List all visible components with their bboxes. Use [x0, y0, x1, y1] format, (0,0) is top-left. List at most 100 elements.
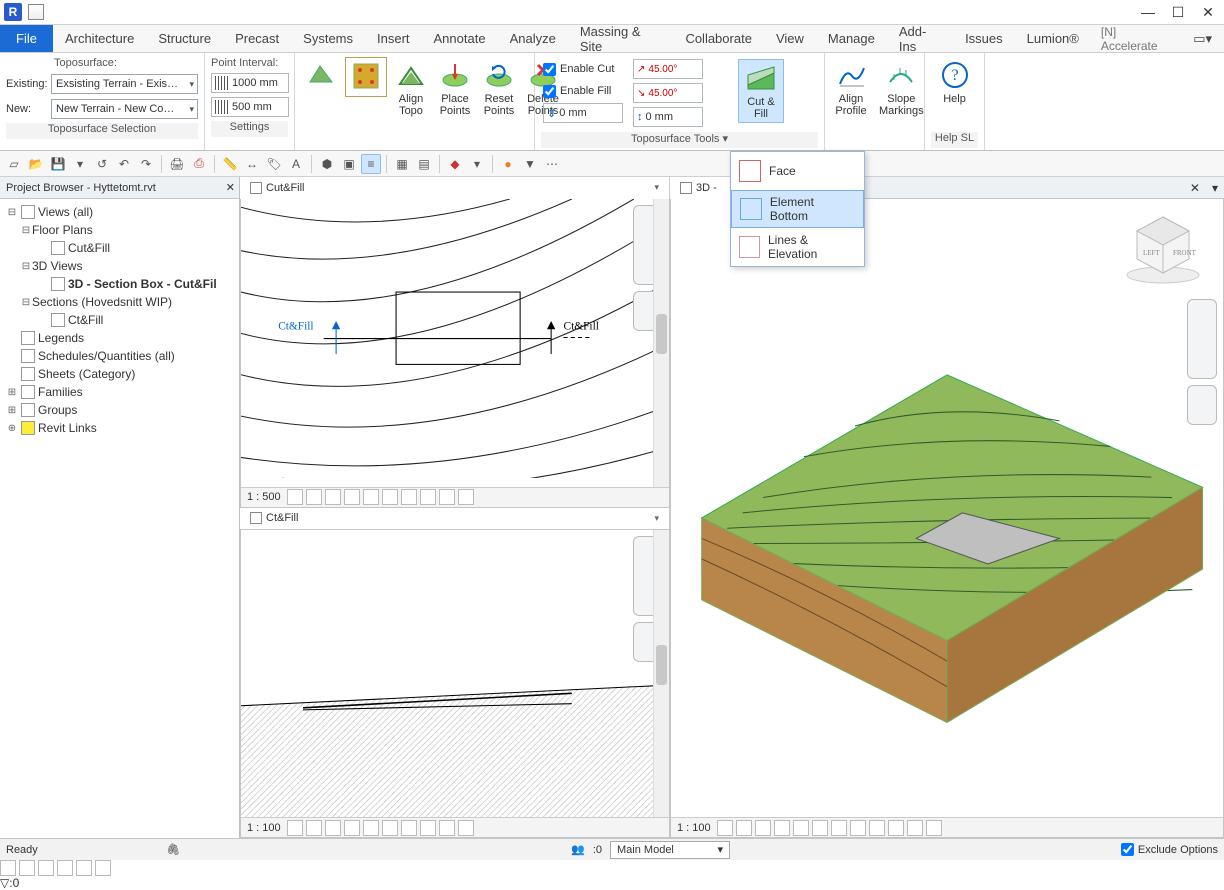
offset-2-field[interactable]: ↕0 mm: [633, 107, 703, 127]
cut-fill-button[interactable]: Cut & Fill: [738, 59, 784, 123]
tab-plan[interactable]: Cut&Fill▾: [240, 177, 670, 199]
pdf-icon[interactable]: ⎙: [189, 154, 209, 174]
switch-windows-icon[interactable]: ▤: [414, 154, 434, 174]
3d-view-icon[interactable]: ⬢: [317, 154, 337, 174]
dropdown-face[interactable]: Face: [731, 152, 864, 190]
tag-icon[interactable]: 🏷: [264, 154, 284, 174]
tab-3d-drop[interactable]: ▾: [1206, 181, 1224, 195]
menu-architecture[interactable]: Architecture: [53, 25, 146, 52]
node-legends[interactable]: Legends: [2, 329, 237, 347]
menu-analyze[interactable]: Analyze: [498, 25, 568, 52]
align-topo-button[interactable]: Align Topo: [391, 57, 431, 119]
node-sheets[interactable]: Sheets (Category): [2, 365, 237, 383]
plan-canvas[interactable]: Ct&Fill Ct&Fill: [241, 199, 669, 478]
dimension-icon[interactable]: ↔: [242, 154, 262, 174]
view-cube[interactable]: FRONT LEFT: [1123, 207, 1203, 287]
undo-icon[interactable]: ↶: [114, 154, 134, 174]
section-icon[interactable]: ▣: [339, 154, 359, 174]
menu-manage[interactable]: Manage: [816, 25, 887, 52]
menu-precast[interactable]: Precast: [223, 25, 291, 52]
thin-lines-icon[interactable]: ≡: [361, 154, 381, 174]
menu-structure[interactable]: Structure: [146, 25, 223, 52]
measure-icon[interactable]: 📏: [220, 154, 240, 174]
plan-view[interactable]: Ct&Fill Ct&Fill 1 : 500: [240, 199, 670, 508]
selection-filter-icons[interactable]: [0, 860, 1224, 876]
fill-angle-field[interactable]: ↘45.00°: [633, 83, 703, 103]
section-view[interactable]: 1 : 100: [240, 530, 670, 839]
node-sections[interactable]: ⊟Sections (Hovedsnitt WIP): [2, 293, 237, 311]
3d-scale[interactable]: 1 : 100: [677, 822, 711, 834]
place-points-button[interactable]: Place Points: [435, 57, 475, 119]
section-view-controls[interactable]: [287, 820, 474, 836]
redo-icon[interactable]: ↷: [136, 154, 156, 174]
align-profile-button[interactable]: Align Profile: [831, 57, 871, 119]
print-icon[interactable]: 🖨: [167, 154, 187, 174]
dropdown-lines-elevation[interactable]: Lines & Elevation: [731, 228, 864, 266]
exclude-options-checkbox[interactable]: Exclude Options: [1121, 840, 1218, 860]
section-scrollbar[interactable]: [653, 530, 669, 818]
menu-massing-site[interactable]: Massing & Site: [568, 25, 674, 52]
filter-icon[interactable]: ▼: [520, 154, 540, 174]
save-icon[interactable]: 💾: [48, 154, 68, 174]
interval-2-field[interactable]: 500 mm: [211, 97, 289, 117]
menu-collaborate[interactable]: Collaborate: [673, 25, 764, 52]
minimize-button[interactable]: —: [1136, 4, 1160, 20]
section-canvas[interactable]: [241, 530, 669, 819]
offset-1-field[interactable]: ⇕0 mm: [543, 103, 623, 123]
help-button[interactable]: ?Help: [935, 57, 975, 107]
file-menu[interactable]: File: [0, 25, 53, 52]
node-families[interactable]: ⊞Families: [2, 383, 237, 401]
node-ctfill-section[interactable]: Ct&Fill: [2, 311, 237, 329]
node-groups[interactable]: ⊞Groups: [2, 401, 237, 419]
browser-tree[interactable]: ⊟Views (all) ⊟Floor Plans Cut&Fill ⊟3D V…: [0, 199, 239, 838]
menu-addins[interactable]: Add-Ins: [887, 25, 953, 52]
status-model-icon[interactable]: 👥: [571, 843, 585, 856]
3d-view[interactable]: FRONT LEFT 1 : 100: [670, 199, 1224, 838]
ribbon-expand-icon[interactable]: ▭▾: [1181, 25, 1224, 52]
cut-angle-field[interactable]: ↗45.00°: [633, 59, 703, 79]
node-cutfill-plan[interactable]: Cut&Fill: [2, 239, 237, 257]
browser-close-icon[interactable]: ✕: [226, 181, 235, 194]
tab-section[interactable]: Ct&Fill▾: [240, 507, 670, 529]
enable-fill-checkbox[interactable]: Enable Fill: [543, 81, 629, 101]
3d-nav-zoom[interactable]: [1187, 385, 1217, 425]
3d-view-controls[interactable]: [717, 820, 942, 836]
existing-combo[interactable]: Exsisting Terrain - Exis…▾: [51, 74, 198, 94]
menu-annotate[interactable]: Annotate: [422, 25, 498, 52]
misc-icon[interactable]: ⋯: [542, 154, 562, 174]
slope-markings-button[interactable]: Slope Markings: [875, 57, 928, 119]
workset-selector[interactable]: Main Model▾: [610, 841, 730, 859]
menu-view[interactable]: View: [764, 25, 816, 52]
sync-icon[interactable]: ↺: [92, 154, 112, 174]
enable-cut-checkbox[interactable]: Enable Cut: [543, 59, 629, 79]
menu-accelerate[interactable]: [N] Accelerate: [1091, 25, 1181, 52]
status-clip-icon[interactable]: 🖇: [166, 843, 180, 856]
node-views[interactable]: ⊟Views (all): [2, 203, 237, 221]
text-icon[interactable]: A: [286, 154, 306, 174]
interval-1-field[interactable]: 1000 mm: [211, 73, 289, 93]
dropdown-element-bottom[interactable]: Element Bottom: [731, 190, 864, 228]
node-section-box[interactable]: 3D - Section Box - Cut&Fil: [2, 275, 237, 293]
section-scale[interactable]: 1 : 100: [247, 822, 281, 834]
node-schedules[interactable]: Schedules/Quantities (all): [2, 347, 237, 365]
reset-points-button[interactable]: Reset Points: [479, 57, 519, 119]
plan-view-controls[interactable]: [287, 489, 474, 505]
3d-canvas[interactable]: [671, 199, 1223, 837]
menu-issues[interactable]: Issues: [953, 25, 1015, 52]
3d-nav-wheel[interactable]: [1187, 299, 1217, 379]
terrain-icon-2[interactable]: [345, 57, 387, 97]
terrain-icon-1[interactable]: [301, 57, 341, 95]
plan-scale[interactable]: 1 : 500: [247, 491, 281, 503]
new-combo[interactable]: New Terrain - New Co…▾: [51, 99, 198, 119]
menu-systems[interactable]: Systems: [291, 25, 365, 52]
close-button[interactable]: ✕: [1196, 4, 1220, 20]
menu-lumion[interactable]: Lumion®: [1015, 25, 1091, 52]
close-hidden-icon[interactable]: ▦: [392, 154, 412, 174]
new-icon[interactable]: ▱: [4, 154, 24, 174]
node-3d-views[interactable]: ⊟3D Views: [2, 257, 237, 275]
node-revit-links[interactable]: ⊕Revit Links: [2, 419, 237, 437]
plan-scrollbar[interactable]: [653, 199, 669, 487]
save-dropdown-icon[interactable]: ▾: [70, 154, 90, 174]
menu-insert[interactable]: Insert: [365, 25, 422, 52]
node-floor-plans[interactable]: ⊟Floor Plans: [2, 221, 237, 239]
